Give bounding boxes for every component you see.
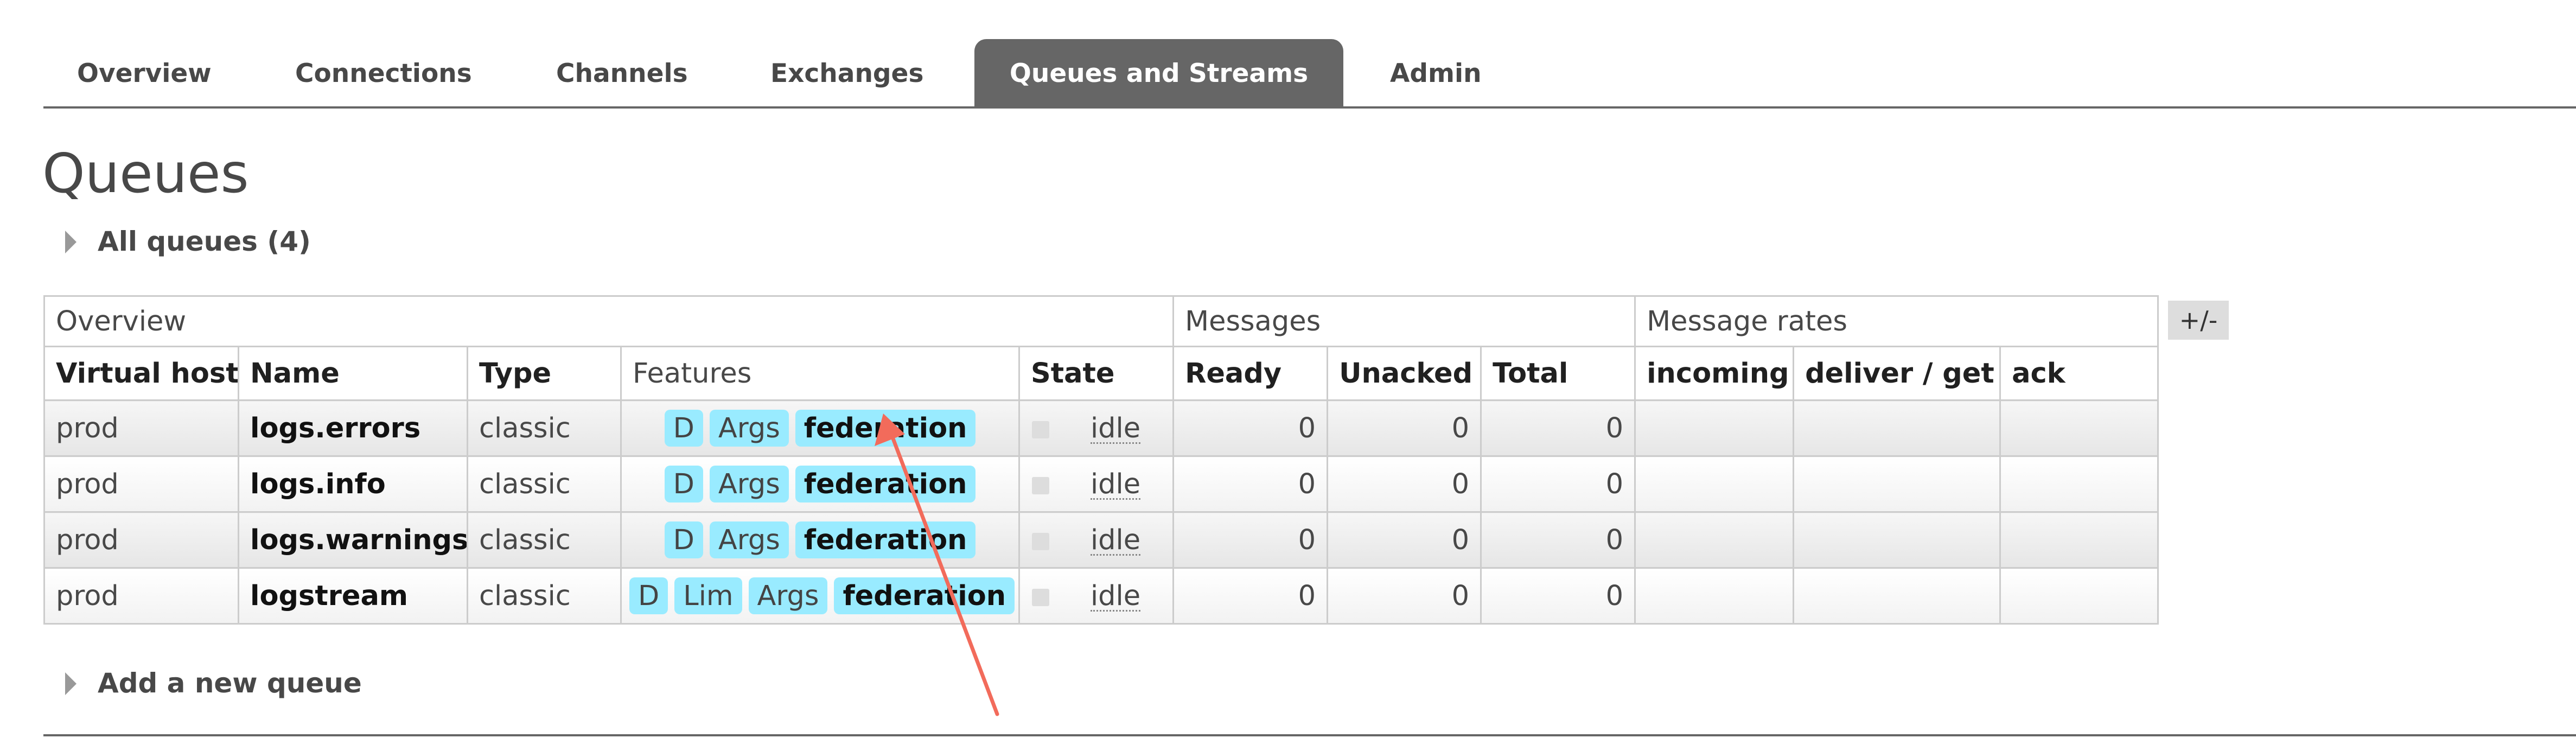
annotation-arrow-icon — [875, 413, 999, 716]
